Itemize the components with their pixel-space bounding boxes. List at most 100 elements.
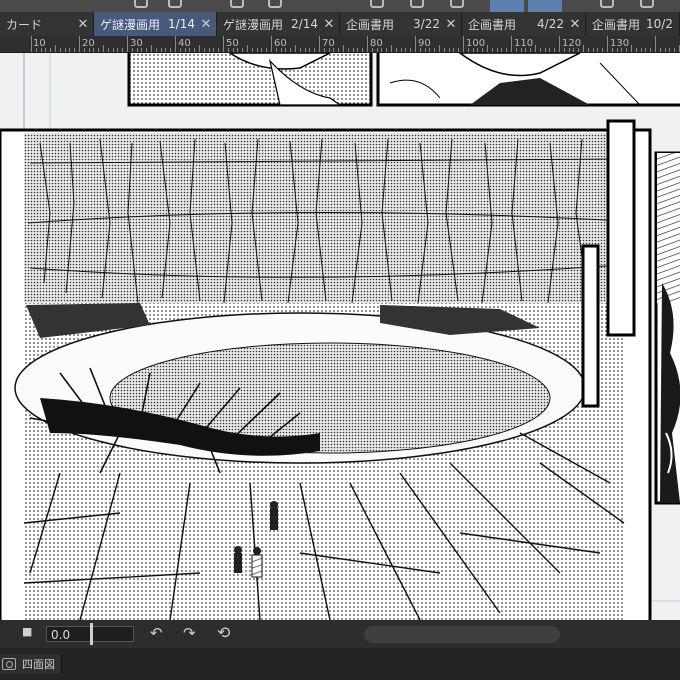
toolbar-tool-icon[interactable] xyxy=(640,0,654,8)
ruler-tick xyxy=(525,48,527,52)
stop-button[interactable]: ■ xyxy=(22,625,32,638)
tab-page: 4/22 xyxy=(537,17,564,31)
ruler-tick xyxy=(535,45,536,52)
ruler-tick xyxy=(295,45,296,52)
undo-rotate-icon[interactable]: ↶ xyxy=(150,624,163,642)
ruler-tick xyxy=(568,48,570,52)
ruler-tick xyxy=(64,48,66,52)
toolbar-tool-icon[interactable] xyxy=(410,0,424,8)
tab-gekinazo-2[interactable]: ゲ謎漫画用 2/14 ✕ xyxy=(217,12,340,36)
ruler-tick xyxy=(467,48,469,52)
ruler-tick xyxy=(448,48,450,52)
toolbar-active-tool[interactable] xyxy=(490,0,524,12)
ruler-tick xyxy=(103,45,104,52)
ruler-tick xyxy=(112,48,114,52)
ruler-tick xyxy=(314,48,316,52)
ruler-tick xyxy=(98,48,100,52)
ruler-tick xyxy=(458,48,460,52)
ruler-tick xyxy=(621,48,623,52)
tab-gekinazo-1[interactable]: ゲ謎漫画用 1/14 ✕ xyxy=(94,12,217,36)
ruler-tick xyxy=(227,48,229,52)
reset-rotation-icon[interactable]: ⟲ xyxy=(217,623,230,642)
close-icon[interactable]: ✕ xyxy=(445,17,457,32)
ruler-tick xyxy=(415,36,416,52)
tab-page: 3/22 xyxy=(413,17,440,31)
ruler-tick xyxy=(559,36,560,52)
ruler-tick xyxy=(160,48,162,52)
ruler-tick xyxy=(146,48,148,52)
ruler-tick xyxy=(290,48,292,52)
ruler-tick xyxy=(203,48,205,52)
ruler-tick xyxy=(309,48,311,52)
ruler-tick xyxy=(218,48,220,52)
ruler-tick xyxy=(554,48,556,52)
panel-tab-bar: 四面図 xyxy=(0,648,680,680)
top-right-panel xyxy=(376,53,680,107)
close-icon[interactable]: ✕ xyxy=(200,17,212,32)
ruler-tick xyxy=(165,48,167,52)
close-icon[interactable]: ✕ xyxy=(323,17,335,32)
ruler-tick xyxy=(280,48,282,52)
ruler-tick xyxy=(391,45,392,52)
ruler-tick xyxy=(40,48,42,52)
ruler-tick xyxy=(223,36,224,52)
rotation-slider-handle[interactable] xyxy=(90,623,93,645)
toolbar-tool-icon[interactable] xyxy=(268,0,282,8)
ruler-tick xyxy=(323,48,325,52)
ruler-tick xyxy=(655,36,656,52)
ruler-tick xyxy=(597,48,599,52)
ruler-tick xyxy=(400,48,402,52)
close-icon[interactable]: ✕ xyxy=(77,17,89,32)
tab-page: 1/14 xyxy=(168,17,195,31)
ruler-tick xyxy=(405,48,407,52)
tab-name: 企画書用 xyxy=(468,17,517,32)
close-icon[interactable]: ✕ xyxy=(569,17,581,32)
tab-name: カード xyxy=(6,17,43,32)
ruler-tick xyxy=(501,48,503,52)
ruler-tick xyxy=(664,48,666,52)
ruler-tick xyxy=(592,48,594,52)
ruler-tick xyxy=(242,48,244,52)
ruler-tick xyxy=(386,48,388,52)
four-view-tab[interactable]: 四面図 xyxy=(0,654,62,674)
ruler-tick xyxy=(453,48,455,52)
tab-kikakusho-3[interactable]: 企画書用 3/22 ✕ xyxy=(340,12,462,36)
ruler-tick xyxy=(371,48,373,52)
ruler-tick xyxy=(367,36,368,52)
ruler-tick xyxy=(563,48,565,52)
ruler-tick xyxy=(79,36,80,52)
toolbar-active-tool[interactable] xyxy=(528,0,562,12)
tab-kikakusho-10[interactable]: 企画書用 10/2 xyxy=(586,12,680,36)
toolbar-tool-icon[interactable] xyxy=(134,0,148,8)
ruler-tick xyxy=(117,48,119,52)
horizontal-scrollbar[interactable] xyxy=(364,626,560,643)
ruler-tick xyxy=(347,48,349,52)
redo-rotate-icon[interactable]: ↷ xyxy=(183,624,196,642)
ruler-tick xyxy=(45,48,47,52)
drawing-canvas[interactable] xyxy=(0,53,680,620)
ruler-tick xyxy=(35,48,37,52)
ruler-tick xyxy=(213,48,215,52)
ruler-tick xyxy=(587,48,589,52)
toolbar-tool-icon[interactable] xyxy=(168,0,182,8)
camera-icon xyxy=(2,658,16,670)
ruler-tick xyxy=(189,48,191,52)
ruler-tick xyxy=(285,48,287,52)
toolbar-tool-icon[interactable] xyxy=(600,0,614,8)
ruler-tick xyxy=(170,48,172,52)
ruler-tick xyxy=(506,48,508,52)
ruler-tick xyxy=(199,45,200,52)
toolbar-tool-icon[interactable] xyxy=(370,0,384,8)
ruler-tick xyxy=(333,48,335,52)
ruler-tick xyxy=(107,48,109,52)
toolbar-tool-icon[interactable] xyxy=(230,0,244,8)
tab-page: 10/2 xyxy=(646,17,673,31)
ruler-tick xyxy=(549,48,551,52)
ruler-tick xyxy=(443,48,445,52)
ruler-tick xyxy=(338,48,340,52)
toolbar-tool-icon[interactable] xyxy=(450,0,464,8)
tab-card[interactable]: カード ✕ xyxy=(0,12,94,36)
ruler-tick xyxy=(232,48,234,52)
ruler-tick xyxy=(544,48,546,52)
tab-kikakusho-4[interactable]: 企画書用 4/22 ✕ xyxy=(462,12,586,36)
